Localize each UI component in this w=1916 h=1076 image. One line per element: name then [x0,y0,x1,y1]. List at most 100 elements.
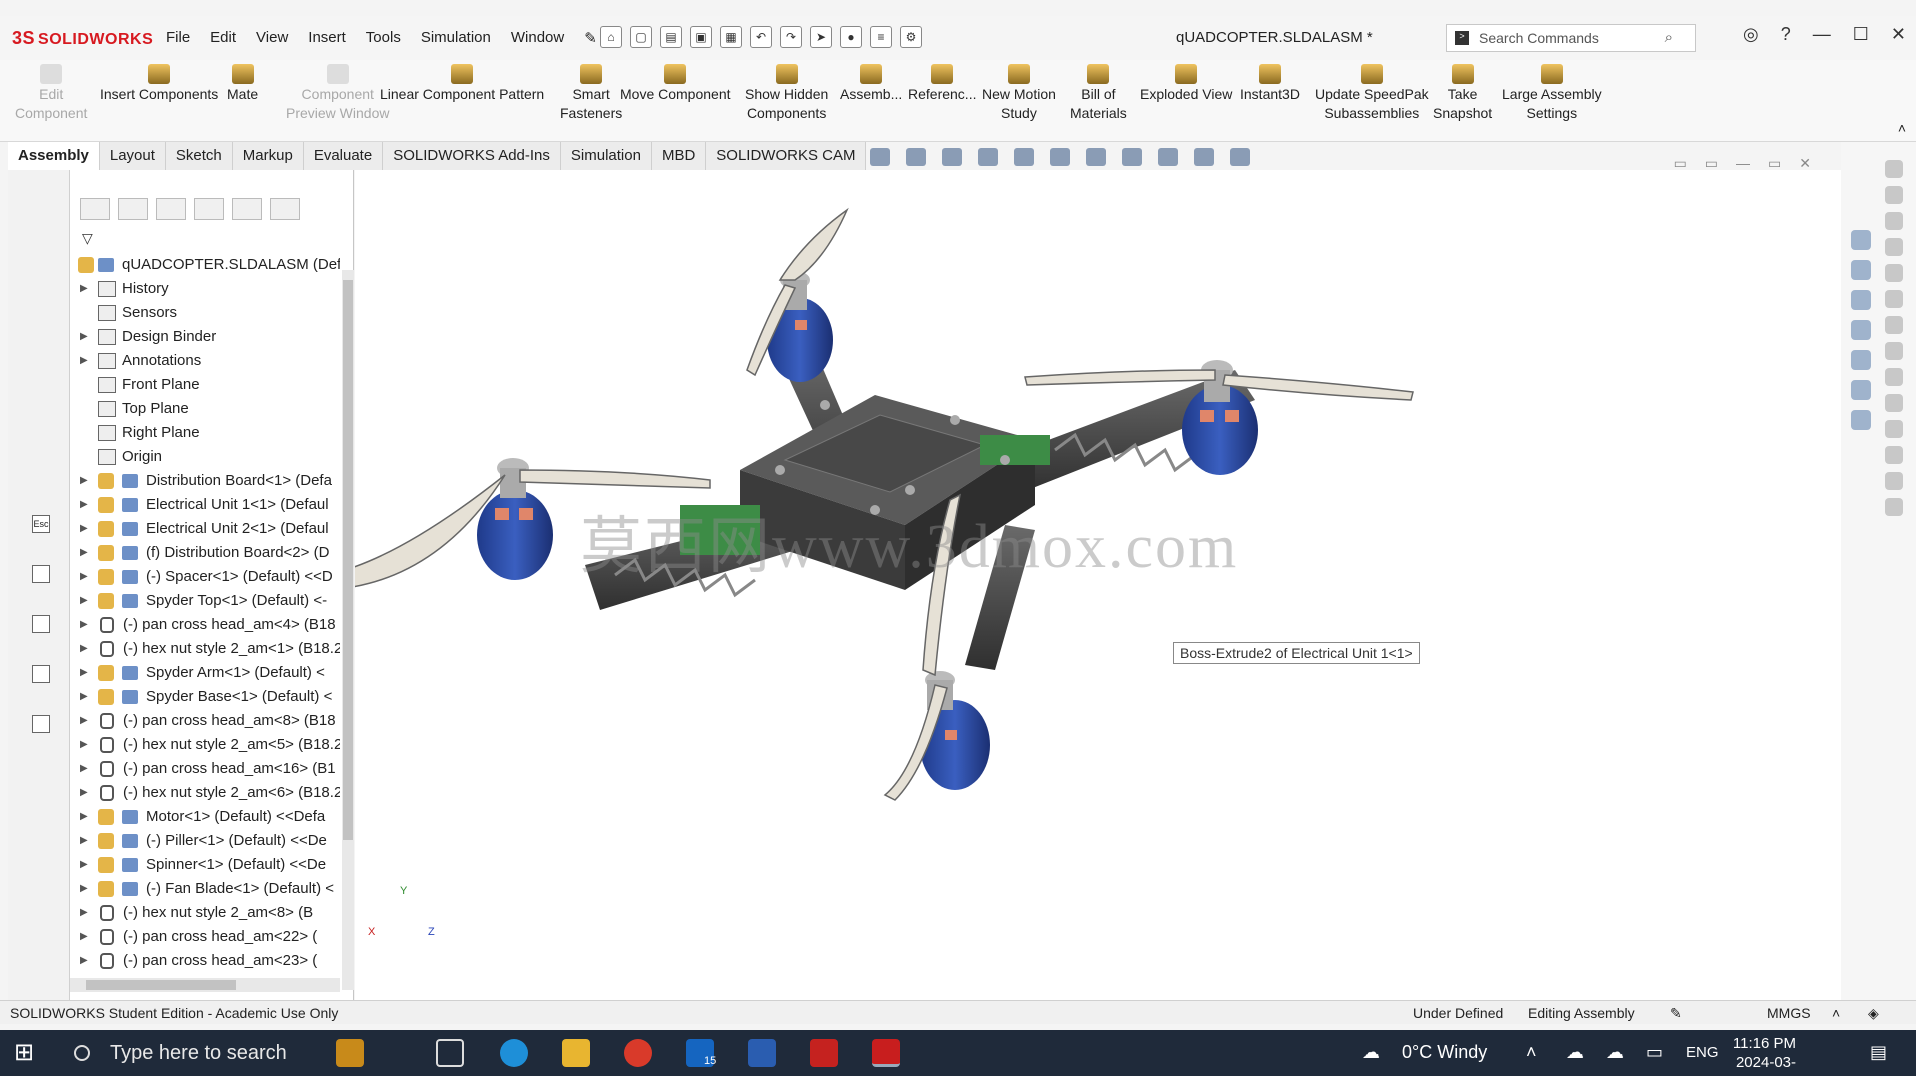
expand-arrow-icon[interactable]: ▶ [80,709,88,733]
tree-item[interactable]: ▶ Distribution Board<1> (Defa [70,469,340,493]
tab-assembly[interactable]: Assembly [8,142,100,170]
ribbon-button-14[interactable]: Update SpeedPak Subassemblies [1315,64,1429,123]
menu-simulation[interactable]: Simulation [411,29,501,47]
tree-item[interactable]: ▶ (-) pan cross head_am<8> (B18 [70,709,340,733]
minimize-button[interactable]: — [1813,24,1831,45]
strip-undo-icon[interactable] [32,715,50,733]
collapse-ribbon-icon[interactable]: ˄ [1898,120,1906,136]
tree-item[interactable]: Top Plane [70,397,340,421]
expand-arrow-icon[interactable]: ▶ [80,517,88,541]
expand-arrow-icon[interactable]: ▶ [80,541,88,565]
ribbon-button-15[interactable]: Take Snapshot [1433,64,1492,123]
task-icon-14[interactable] [1885,498,1903,516]
hscroll-thumb[interactable] [86,980,236,990]
task-icon-8[interactable] [1885,342,1903,360]
print-icon[interactable]: ▦ [720,26,742,48]
expand-arrow-icon[interactable]: ▶ [80,757,88,781]
help-icon[interactable]: ? [1781,24,1791,45]
tree-item[interactable]: ▶ (-) Spacer<1> (Default) <<D [70,565,340,589]
strip-refresh-icon[interactable] [32,665,50,683]
ribbon-button-12[interactable]: Exploded View [1140,64,1232,104]
undo-icon[interactable]: ↶ [750,26,772,48]
tree-item[interactable]: Right Plane [70,421,340,445]
task-icon-2[interactable] [1885,186,1903,204]
maximize-button[interactable]: ☐ [1853,24,1869,45]
home-task-icon[interactable] [1851,260,1871,280]
edit-appearance-icon[interactable] [1158,148,1178,166]
tab-layout[interactable]: Layout [99,142,166,170]
dimxpert-tab-icon[interactable] [194,198,224,220]
zoom-to-fit-icon[interactable] [870,148,890,166]
appearances-icon[interactable] [1851,380,1871,400]
menu-insert[interactable]: Insert [298,29,356,47]
ribbon-button-2[interactable]: Mate [227,64,258,104]
tree-item[interactable]: Sensors [70,301,340,325]
tree-horizontal-scrollbar[interactable] [70,978,340,992]
close-button[interactable]: ✕ [1891,24,1906,45]
weather-icon[interactable]: ☁ [1362,1042,1380,1063]
search-commands[interactable]: > Search Commands ⌕ [1446,24,1696,52]
file-explorer-icon[interactable] [562,1039,590,1067]
ribbon-button-16[interactable]: Large Assembly Settings [1502,64,1602,123]
tree-item[interactable]: ▶ Motor<1> (Default) <<Defa [70,805,340,829]
weather-text[interactable]: 0°C Windy [1402,1042,1487,1063]
tab-solidworks-cam[interactable]: SOLIDWORKS CAM [706,142,867,170]
view-orientation-icon[interactable] [1050,148,1070,166]
menu-view[interactable]: View [246,29,298,47]
menu-file[interactable]: File [156,29,200,47]
onedrive-icon[interactable]: ☁ [1566,1042,1584,1063]
tab-mbd[interactable]: MBD [651,142,707,170]
language-indicator[interactable]: ENG [1686,1044,1719,1061]
tree-item[interactable]: ▶ Spyder Arm<1> (Default) < [70,661,340,685]
ribbon-button-3[interactable]: Component Preview Window [286,64,389,123]
expand-arrow-icon[interactable]: ▶ [80,877,88,901]
propertymanager-tab-icon[interactable] [118,198,148,220]
custom-properties-icon[interactable] [1851,410,1871,430]
expand-arrow-icon[interactable]: ▶ [80,325,88,349]
mail-icon[interactable]: 15 [686,1039,716,1067]
view-palette-icon[interactable] [1851,350,1871,370]
featuremanager-tab-icon[interactable] [80,198,110,220]
onedrive-error-icon[interactable]: ☁ [1606,1042,1624,1063]
quadcopter-model[interactable] [310,170,1841,1000]
tree-item[interactable]: ▶ Spyder Top<1> (Default) <- [70,589,340,613]
expand-arrow-icon[interactable]: ▶ [80,589,88,613]
expand-arrow-icon[interactable]: ▶ [80,469,88,493]
task-icon-1[interactable] [1885,160,1903,178]
tree-item[interactable]: ▶ Spinner<1> (Default) <<De [70,853,340,877]
tab-sketch[interactable]: Sketch [165,142,233,170]
tree-item[interactable]: ▶ (-) pan cross head_am<16> (B1 [70,757,340,781]
expand-arrow-icon[interactable]: ▶ [80,493,88,517]
meet-icon[interactable]: ▭ [1646,1042,1663,1063]
ribbon-button-9[interactable]: Referenc... [908,64,976,104]
tree-item[interactable]: ▶ History [70,277,340,301]
view-settings-icon[interactable] [1230,148,1250,166]
task-icon-4[interactable] [1885,238,1903,256]
esc-icon[interactable]: Esc [32,515,50,533]
expand-arrow-icon[interactable]: ▶ [80,277,88,301]
tree-item[interactable]: ▶ Design Binder [70,325,340,349]
configurationmanager-tab-icon[interactable] [156,198,186,220]
search-input[interactable]: Search Commands [1479,30,1599,46]
taskbar-search[interactable]: Type here to search [60,1036,322,1070]
file-explorer-icon[interactable] [1851,320,1871,340]
expand-arrow-icon[interactable]: ▶ [80,613,88,637]
tab-markup[interactable]: Markup [232,142,304,170]
strip-tool-icon[interactable] [32,565,50,583]
tree-item[interactable]: ▶ Spyder Base<1> (Default) < [70,685,340,709]
task-icon-10[interactable] [1885,394,1903,412]
ribbon-button-13[interactable]: Instant3D [1240,64,1300,104]
tree-item[interactable]: ▶ (-) pan cross head_am<23> ( [70,949,340,973]
dynamic-annotation-icon[interactable] [1014,148,1034,166]
tree-item[interactable]: ▶ Annotations [70,349,340,373]
display-manager-tab-icon[interactable] [232,198,262,220]
electrical-unit-2[interactable] [980,435,1050,465]
tab-solidworks-add-ins[interactable]: SOLIDWORKS Add-Ins [383,142,561,170]
expand-arrow-icon[interactable]: ▶ [80,733,88,757]
menu-tools[interactable]: Tools [356,29,411,47]
tree-item[interactable]: Origin [70,445,340,469]
expand-arrow-icon[interactable]: ▶ [80,925,88,949]
clock[interactable]: 11:16 PM 2024-03-10 [1726,1034,1796,1076]
expand-arrow-icon[interactable]: ▶ [80,805,88,829]
tree-root[interactable]: qUADCOPTER.SLDALASM (Defa [70,253,340,277]
